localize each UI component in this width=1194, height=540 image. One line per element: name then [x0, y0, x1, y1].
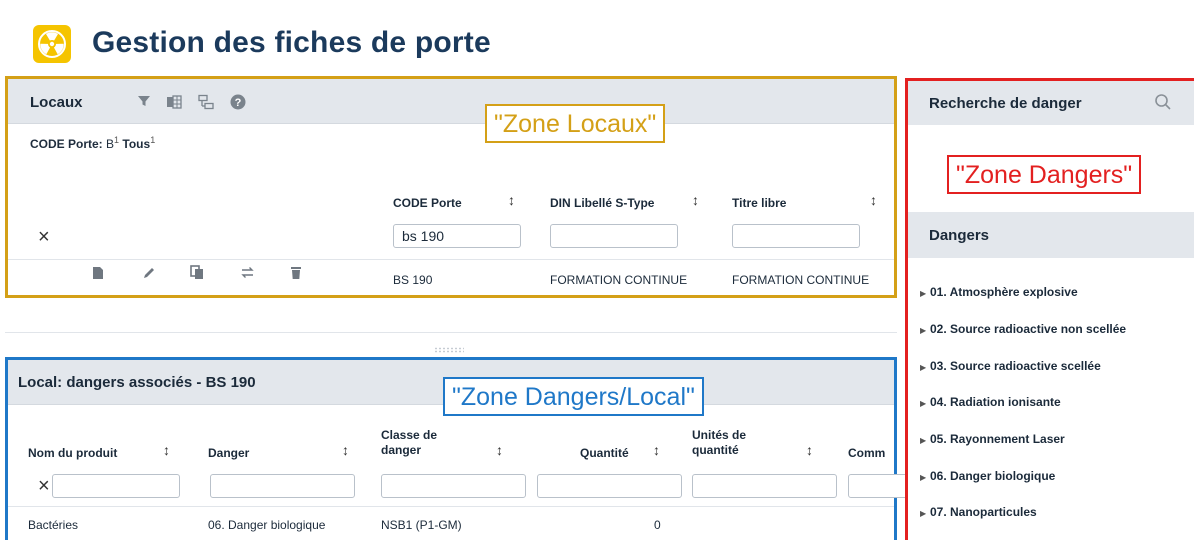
locaux-title: Locaux: [30, 94, 83, 111]
cell-din-libelle: FORMATION CONTINUE: [550, 273, 688, 287]
edit-icon[interactable]: [142, 266, 156, 283]
column-header-unites-quantite[interactable]: Unités de quantité: [692, 428, 772, 458]
caret-right-icon[interactable]: ▶: [920, 436, 930, 445]
danger-search-title: Recherche de danger: [929, 95, 1082, 112]
caret-right-icon[interactable]: ▶: [920, 473, 930, 482]
danger-tree-item[interactable]: ▶ 06. Danger biologique: [920, 469, 1055, 483]
sort-icon[interactable]: ↕: [496, 442, 503, 458]
sort-icon[interactable]: ↕: [870, 192, 877, 208]
cell-classe-danger: NSB1 (P1-GM): [381, 518, 462, 532]
dangers-local-zone: Local: dangers associés - BS 190 Nom du …: [5, 357, 908, 540]
cell-titre-libre: FORMATION CONTINUE: [732, 273, 870, 287]
page: Gestion des fiches de porte Locaux ? COD…: [0, 0, 1194, 540]
din-libelle-filter-input[interactable]: [550, 224, 678, 248]
sort-icon[interactable]: ↕: [653, 442, 660, 458]
cell-nom-produit: Bactéries: [28, 518, 79, 532]
zone-dangers-annotation: "Zone Dangers": [947, 155, 1142, 194]
column-header-commentaire[interactable]: Comm: [848, 446, 885, 460]
danger-tree-item[interactable]: ▶ 04. Radiation ionisante: [920, 395, 1061, 409]
locaux-zone: Locaux ? CODE Porte: B1 Tous1 CODE Porte…: [5, 76, 897, 298]
search-icon[interactable]: [1154, 93, 1172, 116]
zone-dangers-local-annotation: "Zone Dangers/Local": [443, 377, 704, 416]
filter-summary-all[interactable]: Tous: [122, 137, 150, 151]
caret-right-icon[interactable]: ▶: [920, 509, 930, 518]
caret-right-icon[interactable]: ▶: [920, 363, 930, 372]
filter-summary-value[interactable]: B: [106, 137, 114, 151]
clear-filter-icon[interactable]: ×: [38, 476, 50, 496]
svg-text:?: ?: [235, 97, 242, 109]
caret-right-icon[interactable]: ▶: [920, 326, 930, 335]
filter-summary-label: CODE Porte:: [30, 137, 103, 151]
commentaire-filter-input[interactable]: [848, 474, 908, 498]
dangers-header: Dangers: [908, 212, 1194, 258]
sort-icon[interactable]: ↕: [342, 442, 349, 458]
file-icon[interactable]: [92, 266, 104, 283]
column-header-danger[interactable]: Danger: [208, 446, 249, 460]
danger-tree-item[interactable]: ▶ 02. Source radioactive non scellée: [920, 322, 1126, 336]
sort-icon[interactable]: ↕: [692, 192, 699, 208]
danger-tree-item[interactable]: ▶ 05. Rayonnement Laser: [920, 432, 1065, 446]
column-header-classe-danger[interactable]: Classe de danger: [381, 428, 461, 458]
caret-right-icon[interactable]: ▶: [920, 399, 930, 408]
sort-icon[interactable]: ↕: [163, 442, 170, 458]
excel-export-icon[interactable]: [166, 94, 182, 110]
column-header-quantite[interactable]: Quantité: [580, 446, 629, 460]
page-title: Gestion des fiches de porte: [92, 26, 491, 59]
delete-icon[interactable]: [290, 266, 302, 283]
filter-summary-all-count: 1: [150, 135, 156, 145]
sort-icon[interactable]: ↕: [806, 442, 813, 458]
swap-icon[interactable]: [240, 265, 255, 283]
help-icon[interactable]: ?: [230, 94, 246, 110]
dangers-title: Dangers: [929, 227, 990, 244]
row-separator: [8, 259, 894, 260]
cell-code-porte: BS 190: [393, 273, 433, 287]
column-header-nom-produit[interactable]: Nom du produit: [28, 446, 117, 460]
danger-tree-item[interactable]: ▶ 03. Source radioactive scellée: [920, 359, 1101, 373]
column-header-din-libelle[interactable]: DIN Libellé S-Type: [550, 196, 654, 210]
columns-icon[interactable]: [198, 94, 214, 110]
quantite-filter-input[interactable]: [537, 474, 682, 498]
danger-search-header: Recherche de danger: [908, 81, 1194, 125]
code-porte-filter-input[interactable]: [393, 224, 521, 248]
panel-divider: [5, 332, 897, 333]
row-separator: [8, 506, 894, 507]
sort-icon[interactable]: ↕: [508, 192, 515, 208]
splitter-handle[interactable]: [434, 347, 464, 353]
column-header-titre-libre[interactable]: Titre libre: [732, 196, 786, 210]
caret-right-icon[interactable]: ▶: [920, 289, 930, 298]
classe-danger-filter-input[interactable]: [381, 474, 526, 498]
titre-libre-filter-input[interactable]: [732, 224, 860, 248]
filter-icon[interactable]: [136, 94, 152, 110]
radiation-icon: [33, 25, 71, 63]
danger-filter-input[interactable]: [210, 474, 355, 498]
column-header-code-porte[interactable]: CODE Porte: [393, 196, 462, 210]
unites-quantite-filter-input[interactable]: [692, 474, 837, 498]
zone-locaux-annotation: "Zone Locaux": [485, 104, 666, 143]
cell-danger: 06. Danger biologique: [208, 518, 326, 532]
locaux-panel-header: Locaux ?: [8, 79, 894, 124]
danger-tree-item[interactable]: ▶ 01. Atmosphère explosive: [920, 285, 1078, 299]
danger-tree-item[interactable]: ▶ 07. Nanoparticules: [920, 505, 1037, 519]
filter-summary-value-count: 1: [114, 135, 120, 145]
cell-quantite: 0: [654, 518, 661, 532]
filter-summary: CODE Porte: B1 Tous1: [30, 135, 155, 151]
dangers-local-title: Local: dangers associés - BS 190: [18, 374, 256, 391]
nom-produit-filter-input[interactable]: [52, 474, 180, 498]
clear-filter-icon[interactable]: ×: [38, 227, 50, 247]
copy-icon[interactable]: [190, 265, 205, 283]
